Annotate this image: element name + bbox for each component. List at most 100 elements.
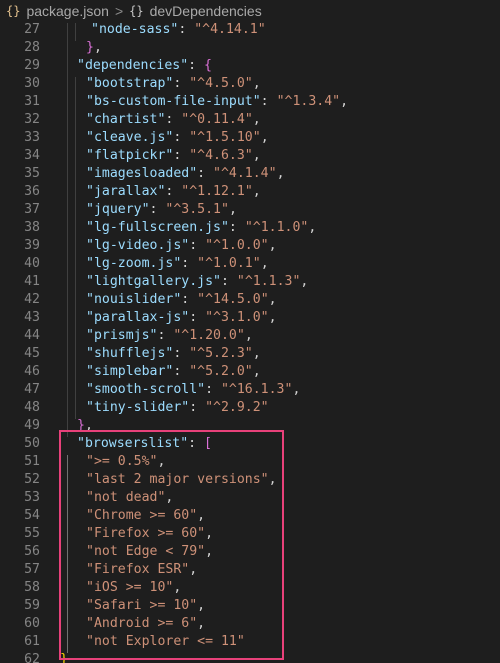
line-number: 60: [24, 616, 40, 631]
comma-punctuation: ,: [268, 310, 277, 325]
colon-punctuation: :: [189, 310, 206, 325]
code-line[interactable]: 46 "simplebar": "^5.2.0",: [0, 363, 500, 381]
code-line[interactable]: 30 "bootstrap": "^4.5.0",: [0, 75, 500, 93]
code-line[interactable]: 37 "jquery": "^3.5.1",: [0, 201, 500, 219]
code-line[interactable]: 40 "lg-zoom.js": "^1.0.1",: [0, 255, 500, 273]
code-line[interactable]: 62}: [0, 651, 500, 663]
code-line[interactable]: 52 "last 2 major versions",: [0, 471, 500, 489]
code-line[interactable]: 31 "bs-custom-file-input": "^1.3.4",: [0, 93, 500, 111]
code-text: },: [77, 417, 93, 435]
code-line[interactable]: 51 ">= 0.5%",: [0, 453, 500, 471]
property-key: "lg-video.js": [86, 238, 190, 253]
property-key: "bs-custom-file-input": [86, 94, 261, 109]
comma-punctuation: ,: [260, 130, 269, 145]
property-key: "shufflejs": [86, 346, 174, 361]
colon-punctuation: :: [188, 436, 205, 451]
property-key: "smooth-scroll": [86, 382, 206, 397]
line-number: 32: [24, 112, 40, 127]
code-line[interactable]: 47 "smooth-scroll": "^16.1.3",: [0, 381, 500, 399]
code-line[interactable]: 34 "flatpickr": "^4.6.3",: [0, 147, 500, 165]
property-key: "bootstrap": [86, 76, 174, 91]
code-line[interactable]: 55 "Firefox >= 60",: [0, 525, 500, 543]
code-text: "smooth-scroll": "^16.1.3",: [86, 381, 300, 399]
comma-punctuation: ,: [268, 472, 277, 487]
colon-punctuation: :: [165, 112, 182, 127]
property-key: "flatpickr": [86, 148, 174, 163]
comma-punctuation: ,: [300, 274, 309, 289]
property-key: "cleave.js": [86, 130, 174, 145]
code-line[interactable]: 54 "Chrome >= 60",: [0, 507, 500, 525]
code-line[interactable]: 39 "lg-video.js": "^1.0.0",: [0, 237, 500, 255]
code-line[interactable]: 27 "node-sass": "^4.14.1": [0, 21, 500, 39]
comma-punctuation: ,: [93, 40, 102, 55]
comma-punctuation: ,: [157, 454, 166, 469]
comma-punctuation: ,: [189, 562, 198, 577]
code-line[interactable]: 49},: [0, 417, 500, 435]
string-value: "^1.0.1": [197, 256, 261, 271]
code-line[interactable]: 43 "parallax-js": "^3.1.0",: [0, 309, 500, 327]
comma-punctuation: ,: [197, 616, 206, 631]
code-line[interactable]: 61 "not Explorer <= 11": [0, 633, 500, 651]
line-number: 56: [24, 544, 40, 559]
open-bracket: {: [204, 58, 212, 73]
comma-punctuation: ,: [260, 256, 269, 271]
code-line[interactable]: 29 "dependencies": {: [0, 57, 500, 75]
code-line[interactable]: 33 "cleave.js": "^1.5.10",: [0, 129, 500, 147]
code-line[interactable]: 48 "tiny-slider": "^2.9.2": [0, 399, 500, 417]
string-value: "last 2 major versions": [86, 472, 269, 487]
colon-punctuation: :: [173, 130, 190, 145]
line-number: 51: [24, 454, 40, 469]
code-text: "simplebar": "^5.2.0",: [86, 363, 261, 381]
string-value: "iOS >= 10": [86, 580, 174, 595]
code-text: "Android >= 6",: [86, 615, 205, 633]
breadcrumb-file[interactable]: package.json: [26, 3, 109, 19]
code-line[interactable]: 50 "browserslist": [: [0, 435, 500, 453]
code-line[interactable]: 58 "iOS >= 10",: [0, 579, 500, 597]
line-number: 59: [24, 598, 40, 613]
string-value: "^4.14.1": [194, 22, 266, 37]
comma-punctuation: ,: [228, 202, 237, 217]
code-text: "not Edge < 79",: [86, 543, 213, 561]
code-editor[interactable]: 27 "node-sass": "^4.14.1" 28}, 29 "dependenc…: [0, 21, 500, 663]
string-value: "^14.5.0": [197, 292, 269, 307]
code-text: "Safari >= 10",: [86, 597, 205, 615]
colon-punctuation: :: [228, 220, 245, 235]
code-line[interactable]: 56 "not Edge < 79",: [0, 543, 500, 561]
code-line[interactable]: 57 "Firefox ESR",: [0, 561, 500, 579]
line-number: 37: [24, 202, 40, 217]
code-line[interactable]: 53 "not dead",: [0, 489, 500, 507]
line-number: 29: [24, 58, 40, 73]
colon-punctuation: :: [188, 58, 205, 73]
colon-punctuation: :: [220, 274, 237, 289]
string-value: "^1.12.1": [181, 184, 253, 199]
string-value: "not Explorer <= 11": [86, 634, 245, 649]
code-line[interactable]: 60 "Android >= 6",: [0, 615, 500, 633]
line-number: 35: [24, 166, 40, 181]
string-value: "not dead": [86, 490, 166, 505]
code-text: "chartist": "^0.11.4",: [86, 111, 261, 129]
code-text: "iOS >= 10",: [86, 579, 181, 597]
string-value: "^1.3.4": [276, 94, 341, 109]
property-key: "lg-fullscreen.js": [86, 220, 229, 235]
string-value: "^1.0.0": [205, 238, 269, 253]
code-line[interactable]: 42 "nouislider": "^14.5.0",: [0, 291, 500, 309]
string-value: "^16.1.3": [220, 382, 293, 397]
string-value: "Firefox >= 60": [86, 526, 206, 541]
code-line[interactable]: 32 "chartist": "^0.11.4",: [0, 111, 500, 129]
code-line[interactable]: 59 "Safari >= 10",: [0, 597, 500, 615]
code-line[interactable]: 35 "imagesloaded": "^4.1.4",: [0, 165, 500, 183]
code-line[interactable]: 38 "lg-fullscreen.js": "^1.1.0",: [0, 219, 500, 237]
line-number: 57: [24, 562, 40, 577]
code-line[interactable]: 41 "lightgallery.js": "^1.1.3",: [0, 273, 500, 291]
code-text: "shufflejs": "^5.2.3",: [86, 345, 261, 363]
comma-punctuation: ,: [252, 112, 261, 127]
code-line[interactable]: 44 "prismjs": "^1.20.0",: [0, 327, 500, 345]
code-line[interactable]: 28},: [0, 39, 500, 57]
code-line[interactable]: 45 "shufflejs": "^5.2.3",: [0, 345, 500, 363]
property-key: "node-sass": [91, 22, 179, 37]
line-number: 27: [24, 22, 40, 37]
close-bracket: }: [77, 418, 85, 433]
string-value: "^3.5.1": [165, 202, 229, 217]
breadcrumb-symbol[interactable]: devDependencies: [150, 3, 262, 19]
code-line[interactable]: 36 "jarallax": "^1.12.1",: [0, 183, 500, 201]
